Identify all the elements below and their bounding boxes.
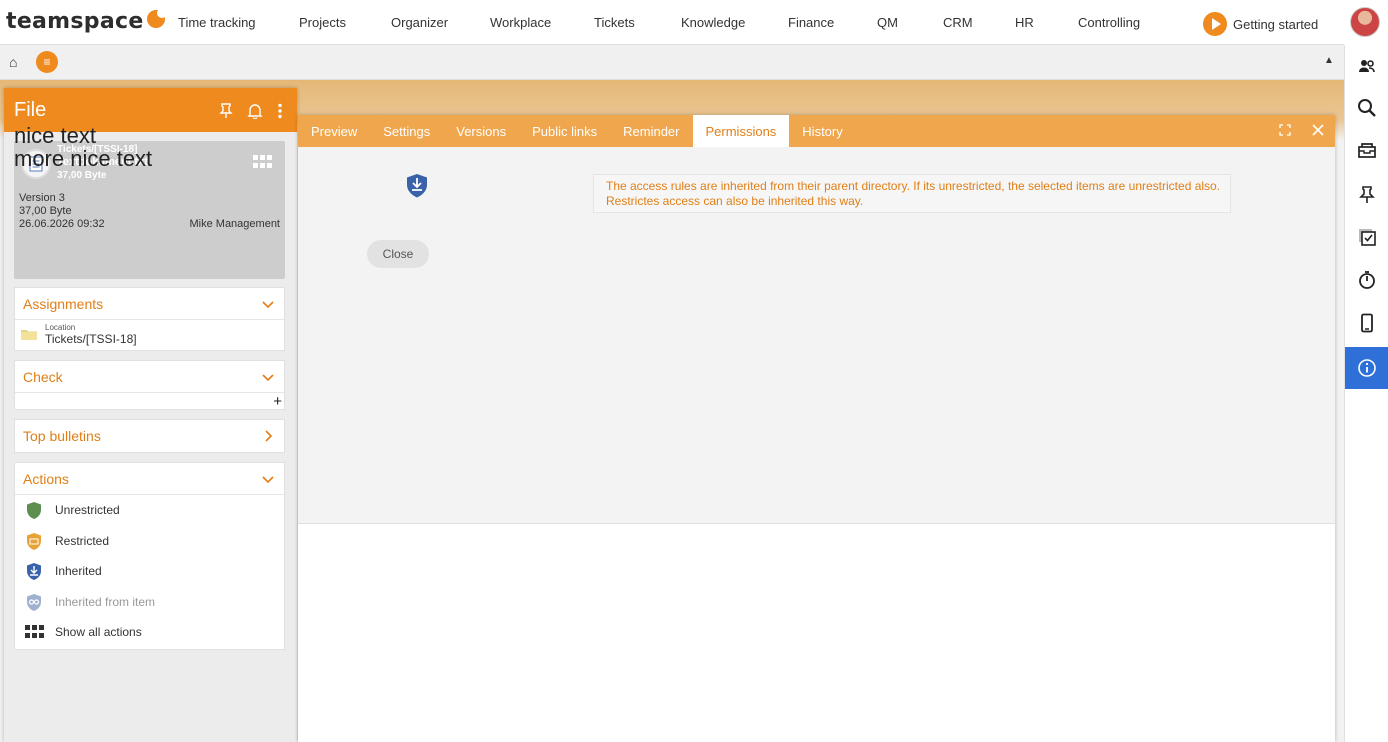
actions-title: Actions xyxy=(23,470,69,487)
actions-header[interactable]: Actions xyxy=(15,463,284,495)
assignments-header[interactable]: Assignments xyxy=(15,288,284,320)
right-sidebar xyxy=(1344,45,1388,742)
check-header[interactable]: Check xyxy=(15,361,284,393)
action-label: Restricted xyxy=(55,533,110,548)
timer-icon[interactable] xyxy=(1345,259,1388,301)
nav-time-tracking[interactable]: Time tracking xyxy=(178,15,256,30)
logo-text: teamspace xyxy=(6,9,144,34)
nav-workplace[interactable]: Workplace xyxy=(490,15,551,30)
getting-started-button[interactable]: Getting started xyxy=(1203,12,1318,36)
close-button[interactable]: Close xyxy=(367,240,429,268)
tab-public-links[interactable]: Public links xyxy=(519,115,610,147)
menu-icon[interactable]: ≡ xyxy=(36,51,58,73)
shield-green-icon xyxy=(25,501,43,523)
check-section: Check + xyxy=(14,360,285,410)
file-panel-title: File xyxy=(14,98,47,121)
action-unrestricted[interactable]: Unrestricted xyxy=(15,495,284,526)
action-label: Inherited from item xyxy=(55,594,156,609)
home-icon[interactable]: ⌂ xyxy=(9,54,17,70)
overlay-text-2: more nice text xyxy=(14,146,153,171)
play-icon xyxy=(1203,12,1227,36)
action-label: Unrestricted xyxy=(55,503,120,518)
close-icon[interactable] xyxy=(1311,123,1325,140)
user-avatar[interactable] xyxy=(1350,7,1380,37)
logo-swirl-icon xyxy=(146,7,167,28)
pin-icon[interactable] xyxy=(219,102,233,125)
nav-hr[interactable]: HR xyxy=(1015,15,1034,30)
top-navigation: teamspace Time tracking Projects Organiz… xyxy=(0,0,1344,45)
action-label: Show all actions xyxy=(55,625,142,640)
getting-started-label: Getting started xyxy=(1233,16,1319,32)
shield-blue-icon xyxy=(405,173,429,202)
mobile-icon[interactable] xyxy=(1345,302,1388,344)
location-label: Location xyxy=(45,323,76,332)
overlay-text-1: nice text xyxy=(14,123,96,148)
collapse-up-icon[interactable]: ▲ xyxy=(1324,55,1334,66)
search-icon[interactable] xyxy=(1345,87,1388,129)
action-label: Inherited xyxy=(55,564,102,579)
file-panel: File nice text more nice text Tickets/[T… xyxy=(4,88,297,742)
nav-organizer[interactable]: Organizer xyxy=(391,15,448,30)
top-bulletins-section[interactable]: Top bulletins xyxy=(14,419,285,453)
nav-controlling[interactable]: Controlling xyxy=(1078,15,1140,30)
inbox-icon[interactable] xyxy=(1345,130,1388,172)
action-restricted[interactable]: Restricted xyxy=(15,526,284,557)
assignments-title: Assignments xyxy=(23,295,104,312)
tab-history[interactable]: History xyxy=(789,115,855,147)
nav-tickets[interactable]: Tickets xyxy=(594,15,635,30)
shield-grey-icon xyxy=(25,593,43,615)
location-row[interactable]: Location Tickets/[TSSI-18] xyxy=(15,320,284,350)
file-author: Mike Management xyxy=(189,218,281,230)
nav-finance[interactable]: Finance xyxy=(788,15,834,30)
chevron-right-icon[interactable] xyxy=(262,429,274,445)
permissions-panel: The access rules are inherited from thei… xyxy=(298,147,1335,524)
info-icon[interactable] xyxy=(1345,347,1388,389)
action-inherited-from-item[interactable]: Inherited from item xyxy=(15,587,284,618)
location-value: Tickets/[TSSI-18] xyxy=(45,332,137,346)
check-title: Check xyxy=(23,368,63,385)
tab-settings[interactable]: Settings xyxy=(370,115,443,147)
file-dialog: Preview Settings Versions Public links R… xyxy=(298,115,1335,742)
file-size: 37,00 Byte xyxy=(19,205,72,217)
add-check-button[interactable]: + xyxy=(273,393,282,410)
contacts-icon[interactable] xyxy=(1345,45,1388,87)
doc-size-small: 37,00 Byte xyxy=(57,170,107,181)
tasks-icon[interactable] xyxy=(1345,216,1388,258)
nav-qm[interactable]: QM xyxy=(877,15,898,30)
actions-section: Actions Unrestricted Restricted Inherite… xyxy=(14,462,285,650)
tab-permissions[interactable]: Permissions xyxy=(692,115,790,147)
nav-crm[interactable]: CRM xyxy=(943,15,973,30)
more-vertical-icon[interactable] xyxy=(277,102,283,125)
teamspace-logo[interactable]: teamspace xyxy=(6,7,167,34)
action-show-all[interactable]: Show all actions xyxy=(15,617,284,648)
nav-projects[interactable]: Projects xyxy=(299,15,346,30)
apps-grid-icon[interactable] xyxy=(253,155,273,172)
chevron-down-icon[interactable] xyxy=(262,472,274,488)
chevron-down-icon[interactable] xyxy=(262,370,274,386)
tab-reminder[interactable]: Reminder xyxy=(610,115,692,147)
top-bulletins-title: Top bulletins xyxy=(23,428,101,444)
tab-preview[interactable]: Preview xyxy=(298,115,370,147)
expand-icon[interactable] xyxy=(1279,124,1291,139)
dialog-tabs: Preview Settings Versions Public links R… xyxy=(298,115,1335,147)
shield-blue-icon xyxy=(25,562,43,584)
bell-icon[interactable] xyxy=(247,102,263,125)
permissions-info-text: The access rules are inherited from thei… xyxy=(593,174,1231,213)
top-bulletins-header[interactable]: Top bulletins xyxy=(15,420,284,452)
folder-icon xyxy=(21,328,37,343)
grid-icon xyxy=(25,625,45,642)
secondary-toolbar: ⌂ ≡ ▲ xyxy=(0,45,1344,80)
shield-orange-icon xyxy=(25,532,43,554)
action-inherited[interactable]: Inherited xyxy=(15,556,284,587)
tab-versions[interactable]: Versions xyxy=(443,115,519,147)
chevron-down-icon[interactable] xyxy=(262,297,274,313)
file-version: Version 3 xyxy=(19,192,65,204)
nav-knowledge[interactable]: Knowledge xyxy=(681,15,745,30)
pin-icon[interactable] xyxy=(1345,173,1388,215)
file-date: 26.06.2026 09:32 xyxy=(19,218,105,230)
assignments-section: Assignments Location Tickets/[TSSI-18] xyxy=(14,287,285,351)
